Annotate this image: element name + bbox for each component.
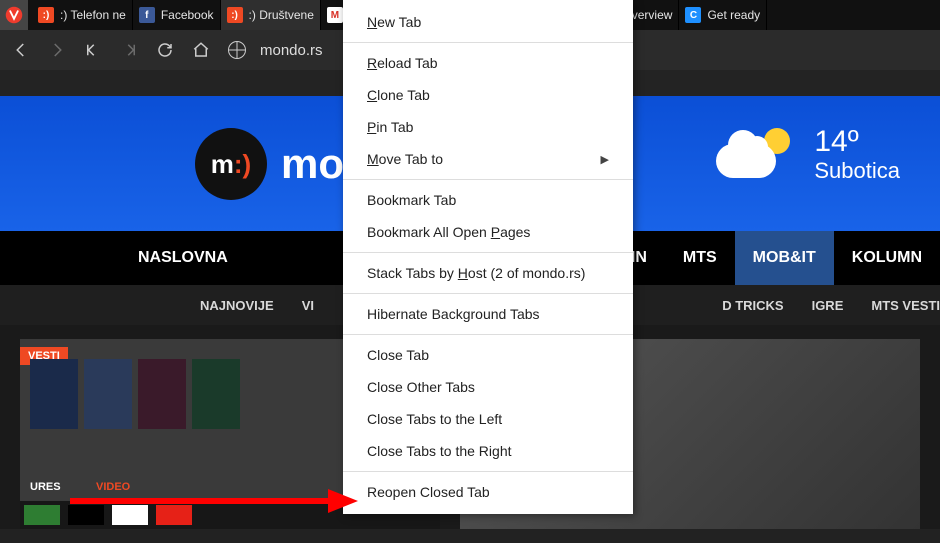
tab-title: Facebook: [161, 8, 214, 22]
logo-text: mo: [281, 140, 344, 188]
main-nav-item[interactable]: KOLUMN: [834, 231, 940, 285]
menu-bookmark-tab[interactable]: Bookmark Tab: [343, 184, 633, 216]
tab-title: :) Društvene: [249, 8, 314, 22]
favicon: :): [38, 7, 54, 23]
sub-nav-item[interactable]: NAJNOVIJE: [200, 298, 274, 313]
fast-forward-button[interactable]: [116, 37, 142, 63]
address-bar[interactable]: mondo.rs: [260, 42, 323, 59]
sub-nav-item[interactable]: IGRE: [812, 298, 844, 313]
main-nav-item[interactable]: MTS: [665, 231, 735, 285]
menu-clone-tab[interactable]: Clone Tab: [343, 79, 633, 111]
favicon: f: [139, 7, 155, 23]
sub-nav-item[interactable]: VI: [302, 298, 314, 313]
weather-temp: 14º: [814, 125, 900, 158]
forward-button[interactable]: [44, 37, 70, 63]
back-button[interactable]: [8, 37, 34, 63]
browser-tab[interactable]: :) :) Društvene: [221, 0, 321, 30]
menu-pin-tab[interactable]: Pin Tab: [343, 111, 633, 143]
annotation-arrow: [70, 486, 360, 521]
weather-widget[interactable]: 14º Subotica: [716, 124, 900, 184]
weather-city: Subotica: [814, 158, 900, 184]
site-info-icon[interactable]: [224, 37, 250, 63]
weather-icon: [716, 124, 796, 184]
menu-close-other[interactable]: Close Other Tabs: [343, 371, 633, 403]
tab-title: :) Telefon ne: [60, 8, 126, 22]
favicon: C: [685, 7, 701, 23]
favicon: :): [227, 7, 243, 23]
sub-nav-item[interactable]: MTS VESTI: [871, 298, 940, 313]
menu-new-tab[interactable]: New Tab: [343, 6, 633, 38]
logo-icon: m:): [195, 128, 267, 200]
menu-reload-tab[interactable]: Reload Tab: [343, 47, 633, 79]
browser-tab[interactable]: C Get ready: [679, 0, 767, 30]
menu-bookmark-all[interactable]: Bookmark All Open Pages: [343, 216, 633, 248]
favicon: M: [327, 7, 343, 23]
sub-nav-item[interactable]: D TRICKS: [722, 298, 783, 313]
reload-button[interactable]: [152, 37, 178, 63]
site-logo[interactable]: m:) mo: [195, 128, 344, 200]
main-nav-item[interactable]: NASLOVNA: [120, 231, 246, 285]
chevron-right-icon: ▶: [601, 153, 609, 166]
tab-title: Get ready: [707, 8, 760, 22]
browser-tab[interactable]: f Facebook: [133, 0, 221, 30]
menu-close-left[interactable]: Close Tabs to the Left: [343, 403, 633, 435]
vivaldi-app-icon[interactable]: [0, 0, 28, 30]
menu-close-tab[interactable]: Close Tab: [343, 339, 633, 371]
menu-reopen-closed[interactable]: Reopen Closed Tab: [343, 476, 633, 508]
menu-stack-tabs[interactable]: Stack Tabs by Host (2 of mondo.rs): [343, 257, 633, 289]
tab-context-menu: New Tab Reload Tab Clone Tab Pin Tab Mov…: [343, 0, 633, 514]
menu-hibernate-tabs[interactable]: Hibernate Background Tabs: [343, 298, 633, 330]
browser-tab[interactable]: :) :) Telefon ne: [32, 0, 133, 30]
menu-close-right[interactable]: Close Tabs to the Right: [343, 435, 633, 467]
main-nav-item[interactable]: MOB&IT: [735, 231, 834, 285]
card-label: URES: [30, 481, 61, 493]
menu-move-tab[interactable]: Move Tab to▶: [343, 143, 633, 175]
rewind-button[interactable]: [80, 37, 106, 63]
home-button[interactable]: [188, 37, 214, 63]
